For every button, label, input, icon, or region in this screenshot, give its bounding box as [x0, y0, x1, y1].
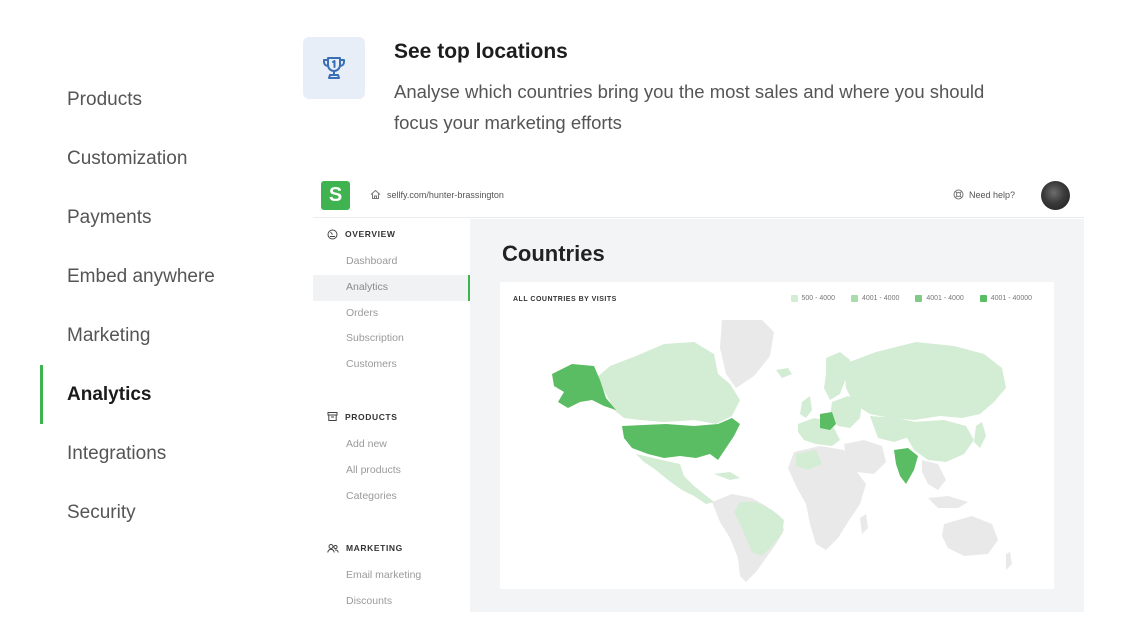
- sidebar-section-title: OVERVIEW: [345, 229, 396, 239]
- legend-item: 4001 - 40000: [979, 295, 1032, 302]
- store-url-link[interactable]: sellfy.com/hunter-brassington: [387, 190, 504, 200]
- dashboard-gauge-icon: [327, 229, 338, 239]
- feature-nav-security[interactable]: Security: [40, 483, 280, 542]
- sidebar-section-title: MARKETING: [346, 543, 403, 554]
- legend-swatch: [790, 295, 798, 302]
- sidebar-item-discounts[interactable]: Discounts: [313, 589, 470, 612]
- feature-icon-box: [303, 37, 365, 99]
- legend-label: 4001 - 4000: [926, 295, 964, 302]
- app-main: Countries ALL COUNTRIES BY VISITS 500 - …: [470, 219, 1084, 612]
- sidebar-section-overview: OVERVIEW: [313, 219, 470, 249]
- sidebar-item-orders[interactable]: Orders: [313, 301, 470, 327]
- feature-nav-label: Marketing: [67, 324, 151, 346]
- app-topbar: S sellfy.com/hunter-brassington Need hel…: [313, 172, 1084, 218]
- map-country-russia[interactable]: [844, 342, 1006, 420]
- feature-nav-label: Embed anywhere: [67, 265, 215, 287]
- map-country-australia[interactable]: [942, 516, 998, 556]
- people-icon: [327, 543, 339, 553]
- legend-item: 4001 - 4000: [850, 295, 900, 302]
- feature-nav-label: Analytics: [67, 383, 152, 405]
- sidebar-item-analytics[interactable]: Analytics: [313, 274, 470, 301]
- sidebar-section-products: PRODUCTS: [313, 402, 470, 432]
- feature-nav-embed-anywhere[interactable]: Embed anywhere: [40, 247, 280, 306]
- app-screenshot: S sellfy.com/hunter-brassington Need hel…: [313, 172, 1084, 612]
- help-button[interactable]: Need help?: [953, 189, 1015, 200]
- legend-item: 500 - 4000: [790, 295, 835, 302]
- feature-nav-payments[interactable]: Payments: [40, 188, 280, 247]
- feature-nav-products[interactable]: Products: [40, 70, 280, 129]
- map-country-japan[interactable]: [974, 422, 986, 448]
- sidebar-section-title: PRODUCTS: [345, 411, 398, 422]
- map-country-india[interactable]: [894, 448, 918, 484]
- map-country-iceland[interactable]: [776, 368, 792, 378]
- sidebar-section-marketing: MARKETING: [313, 533, 470, 563]
- feature-nav-label: Customization: [67, 147, 188, 169]
- feature-nav-label: Payments: [67, 206, 152, 228]
- legend-swatch: [850, 295, 858, 302]
- map-country-new-zealand[interactable]: [1006, 552, 1012, 570]
- map-legend: 500 - 4000 4001 - 4000 4001 - 4000 4001 …: [790, 295, 1032, 302]
- feature-nav-label: Integrations: [67, 442, 167, 464]
- feature-nav-analytics[interactable]: Analytics: [40, 365, 280, 424]
- help-label: Need help?: [969, 189, 1016, 200]
- feature-nav-customization[interactable]: Customization: [40, 129, 280, 188]
- feature-nav-marketing[interactable]: Marketing: [40, 306, 280, 365]
- sidebar-item-categories[interactable]: Categories: [313, 484, 470, 510]
- feature-nav-label: Security: [67, 501, 136, 523]
- sidebar-item-all-products[interactable]: All products: [313, 458, 470, 484]
- feature-nav-integrations[interactable]: Integrations: [40, 424, 280, 483]
- box-icon: [327, 412, 338, 422]
- sidebar-item-add-new[interactable]: Add new: [313, 432, 470, 458]
- legend-swatch: [915, 295, 923, 302]
- map-country-mexico[interactable]: [636, 454, 714, 504]
- legend-swatch: [979, 295, 987, 302]
- legend-label: 4001 - 4000: [861, 295, 900, 302]
- map-country-greenland[interactable]: [720, 320, 774, 388]
- map-country-canada[interactable]: [596, 342, 740, 424]
- sidebar-item-subscription[interactable]: Subscription: [313, 326, 470, 352]
- home-icon[interactable]: [370, 189, 381, 200]
- app-sidebar: OVERVIEW Dashboard Analytics Orders Subs…: [313, 219, 470, 612]
- trophy-icon: [323, 57, 345, 79]
- sidebar-item-dashboard[interactable]: Dashboard: [313, 249, 470, 275]
- legend-item: 4001 - 4000: [915, 295, 964, 302]
- map-country-usa[interactable]: [622, 418, 740, 460]
- map-country-uk[interactable]: [800, 396, 812, 418]
- sidebar-item-customers[interactable]: Customers: [313, 352, 470, 378]
- feature-nav: Products Customization Payments Embed an…: [40, 70, 280, 542]
- user-avatar[interactable]: [1041, 181, 1070, 210]
- map-caribbean[interactable]: [714, 472, 740, 480]
- feature-title: See top locations: [394, 40, 568, 63]
- sellfy-logo[interactable]: S: [321, 181, 350, 210]
- map-country-indonesia[interactable]: [928, 496, 968, 508]
- feature-description: Analyse which countries bring you the mo…: [394, 81, 985, 133]
- countries-map-card: ALL COUNTRIES BY VISITS 500 - 4000 4001 …: [500, 282, 1054, 589]
- help-lifebuoy-icon: [953, 189, 964, 200]
- feature-nav-label: Products: [67, 88, 142, 110]
- map-country-southeast-asia[interactable]: [922, 460, 946, 490]
- sidebar-item-email-marketing[interactable]: Email marketing: [313, 563, 470, 589]
- page-title: Countries: [502, 241, 605, 266]
- map-country-madagascar[interactable]: [860, 514, 868, 534]
- card-title: ALL COUNTRIES BY VISITS: [513, 296, 617, 303]
- legend-label: 500 - 4000: [801, 295, 835, 302]
- legend-label: 4001 - 40000: [990, 295, 1032, 302]
- world-map[interactable]: [544, 318, 1014, 583]
